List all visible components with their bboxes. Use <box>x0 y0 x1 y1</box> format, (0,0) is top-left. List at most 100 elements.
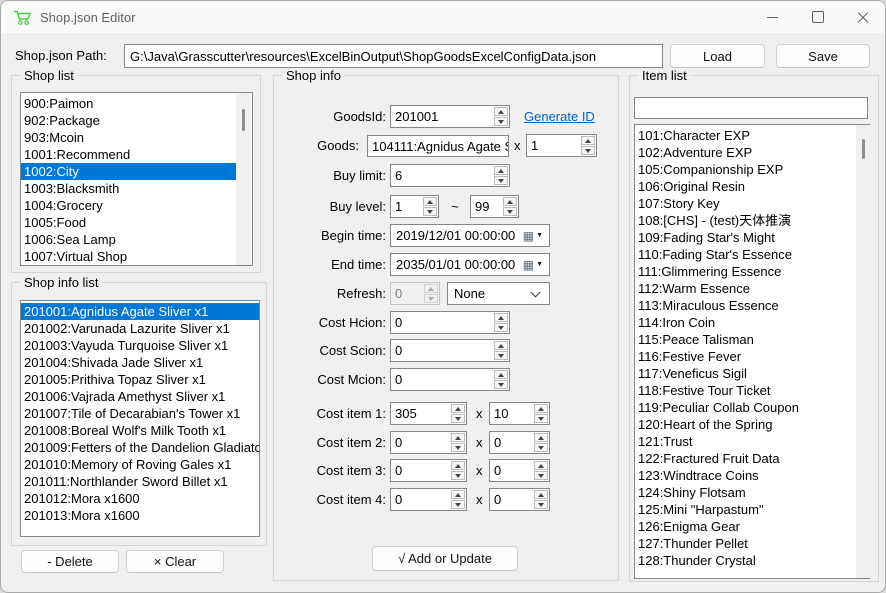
list-item[interactable]: 1006:Sea Lamp <box>21 231 238 248</box>
list-item[interactable]: 109:Fading Star's Might <box>635 229 855 246</box>
list-item[interactable]: 119:Peculiar Collab Coupon <box>635 399 855 416</box>
goodsid-spinner[interactable]: 201001 <box>390 105 510 128</box>
cost-hcion-spinner[interactable]: 0 <box>390 311 510 334</box>
spin-up-button[interactable] <box>451 461 465 470</box>
list-item[interactable]: 1007:Virtual Shop <box>21 248 238 265</box>
list-item[interactable]: 118:Festive Tour Ticket <box>635 382 855 399</box>
spin-down-button[interactable] <box>451 443 465 452</box>
add-or-update-button[interactable]: √ Add or Update <box>372 546 518 571</box>
spin-up-button[interactable] <box>494 107 508 116</box>
list-item[interactable]: 201005:Prithiva Topaz Sliver x1 <box>21 371 259 388</box>
list-item[interactable]: 108:[CHS] - (test)天体推演 <box>635 212 855 229</box>
item-listbox[interactable]: 101:Character EXP102:Adventure EXP105:Co… <box>634 124 870 579</box>
load-button[interactable]: Load <box>670 44 765 68</box>
spin-down-button[interactable] <box>581 146 595 155</box>
scrollbar-thumb[interactable] <box>242 109 245 131</box>
cost-scion-spinner[interactable]: 0 <box>390 339 510 362</box>
list-item[interactable]: 1001:Recommend <box>21 146 238 163</box>
list-item[interactable]: 201008:Boreal Wolf's Milk Tooth x1 <box>21 422 259 439</box>
spin-down-button[interactable] <box>503 207 517 216</box>
list-item[interactable]: 201009:Fetters of the Dandelion Gladiato <box>21 439 259 456</box>
spin-up-button[interactable] <box>534 433 548 442</box>
refresh-mode-select[interactable]: None <box>447 282 550 305</box>
list-item[interactable]: 201013:Mora x1600 <box>21 507 259 524</box>
list-item[interactable]: 117:Veneficus Sigil <box>635 365 855 382</box>
list-item[interactable]: 113:Miraculous Essence <box>635 297 855 314</box>
spin-up-button[interactable] <box>534 490 548 499</box>
spin-up-button[interactable] <box>494 341 508 350</box>
list-item[interactable]: 201006:Vajrada Amethyst Sliver x1 <box>21 388 259 405</box>
spin-up-button[interactable] <box>424 284 438 293</box>
list-item[interactable]: 121:Trust <box>635 433 855 450</box>
begin-time-picker[interactable]: 2019/12/01 00:00:00 ▦ ▼ <box>390 224 550 247</box>
list-item[interactable]: 1005:Food <box>21 214 238 231</box>
spin-down-button[interactable] <box>423 207 437 216</box>
spin-down-button[interactable] <box>424 294 438 303</box>
spin-down-button[interactable] <box>534 500 548 509</box>
cost-item-1-id-spinner[interactable]: 305 <box>390 402 467 425</box>
spin-down-button[interactable] <box>451 471 465 480</box>
list-item[interactable]: 900:Paimon <box>21 95 238 112</box>
spin-down-button[interactable] <box>534 414 548 423</box>
dropdown-arrow-icon[interactable]: ▼ <box>536 232 543 239</box>
list-item[interactable]: 124:Shiny Flotsam <box>635 484 855 501</box>
minimize-button[interactable] <box>750 1 795 33</box>
spin-down-button[interactable] <box>451 414 465 423</box>
save-button[interactable]: Save <box>776 44 870 68</box>
spin-up-button[interactable] <box>581 136 595 145</box>
delete-button[interactable]: - Delete <box>21 550 119 573</box>
list-item[interactable]: 1002:City <box>21 163 238 180</box>
cost-item-3-id-spinner[interactable]: 0 <box>390 459 467 482</box>
list-item[interactable]: 201001:Agnidus Agate Sliver x1 <box>21 303 259 320</box>
spin-up-button[interactable] <box>534 404 548 413</box>
list-item[interactable]: 128:Thunder Crystal <box>635 552 855 569</box>
spin-down-button[interactable] <box>534 471 548 480</box>
list-item[interactable]: 201010:Memory of Roving Gales x1 <box>21 456 259 473</box>
buy-level-min-spinner[interactable]: 1 <box>390 195 439 218</box>
list-item[interactable]: 125:Mini "Harpastum" <box>635 501 855 518</box>
list-item[interactable]: 102:Adventure EXP <box>635 144 855 161</box>
list-item[interactable]: 105:Companionship EXP <box>635 161 855 178</box>
list-item[interactable]: 114:Iron Coin <box>635 314 855 331</box>
generate-id-link[interactable]: Generate ID <box>524 109 595 124</box>
spin-down-button[interactable] <box>494 323 508 332</box>
spin-up-button[interactable] <box>494 166 508 175</box>
cost-item-2-count-spinner[interactable]: 0 <box>489 431 550 454</box>
list-item[interactable]: 201004:Shivada Jade Sliver x1 <box>21 354 259 371</box>
list-item[interactable]: 201012:Mora x1600 <box>21 490 259 507</box>
spin-down-button[interactable] <box>494 176 508 185</box>
item-search-input[interactable] <box>634 97 868 119</box>
cost-item-1-count-spinner[interactable]: 10 <box>489 402 550 425</box>
goods-count-spinner[interactable]: 1 <box>526 134 597 157</box>
list-item[interactable]: 107:Story Key <box>635 195 855 212</box>
item-list-scrollbar[interactable] <box>856 125 871 578</box>
list-item[interactable]: 106:Original Resin <box>635 178 855 195</box>
spin-up-button[interactable] <box>451 490 465 499</box>
cost-item-4-count-spinner[interactable]: 0 <box>489 488 550 511</box>
cost-item-3-count-spinner[interactable]: 0 <box>489 459 550 482</box>
list-item[interactable]: 201002:Varunada Lazurite Sliver x1 <box>21 320 259 337</box>
shop-info-listbox[interactable]: 201001:Agnidus Agate Sliver x1201002:Var… <box>20 300 260 537</box>
list-item[interactable]: 120:Heart of the Spring <box>635 416 855 433</box>
scrollbar-thumb[interactable] <box>862 139 865 159</box>
list-item[interactable]: 101:Character EXP <box>635 127 855 144</box>
spin-down-button[interactable] <box>534 443 548 452</box>
list-item[interactable]: 112:Warm Essence <box>635 280 855 297</box>
list-item[interactable]: 1004:Grocery <box>21 197 238 214</box>
shop-list-scrollbar[interactable] <box>236 93 251 265</box>
shop-listbox[interactable]: 900:Paimon902:Package903:Mcoin1001:Recom… <box>20 92 253 266</box>
spin-up-button[interactable] <box>451 433 465 442</box>
path-input[interactable] <box>124 44 663 68</box>
list-item[interactable]: 122:Fractured Fruit Data <box>635 450 855 467</box>
dropdown-arrow-icon[interactable]: ▼ <box>536 261 543 268</box>
list-item[interactable]: 126:Enigma Gear <box>635 518 855 535</box>
spin-up-button[interactable] <box>534 461 548 470</box>
spin-up-button[interactable] <box>423 197 437 206</box>
list-item[interactable]: 127:Thunder Pellet <box>635 535 855 552</box>
list-item[interactable]: 201011:Northlander Sword Billet x1 <box>21 473 259 490</box>
close-button[interactable] <box>840 1 885 33</box>
list-item[interactable]: 110:Fading Star's Essence <box>635 246 855 263</box>
cost-mcion-spinner[interactable]: 0 <box>390 368 510 391</box>
list-item[interactable]: 115:Peace Talisman <box>635 331 855 348</box>
cost-item-2-id-spinner[interactable]: 0 <box>390 431 467 454</box>
